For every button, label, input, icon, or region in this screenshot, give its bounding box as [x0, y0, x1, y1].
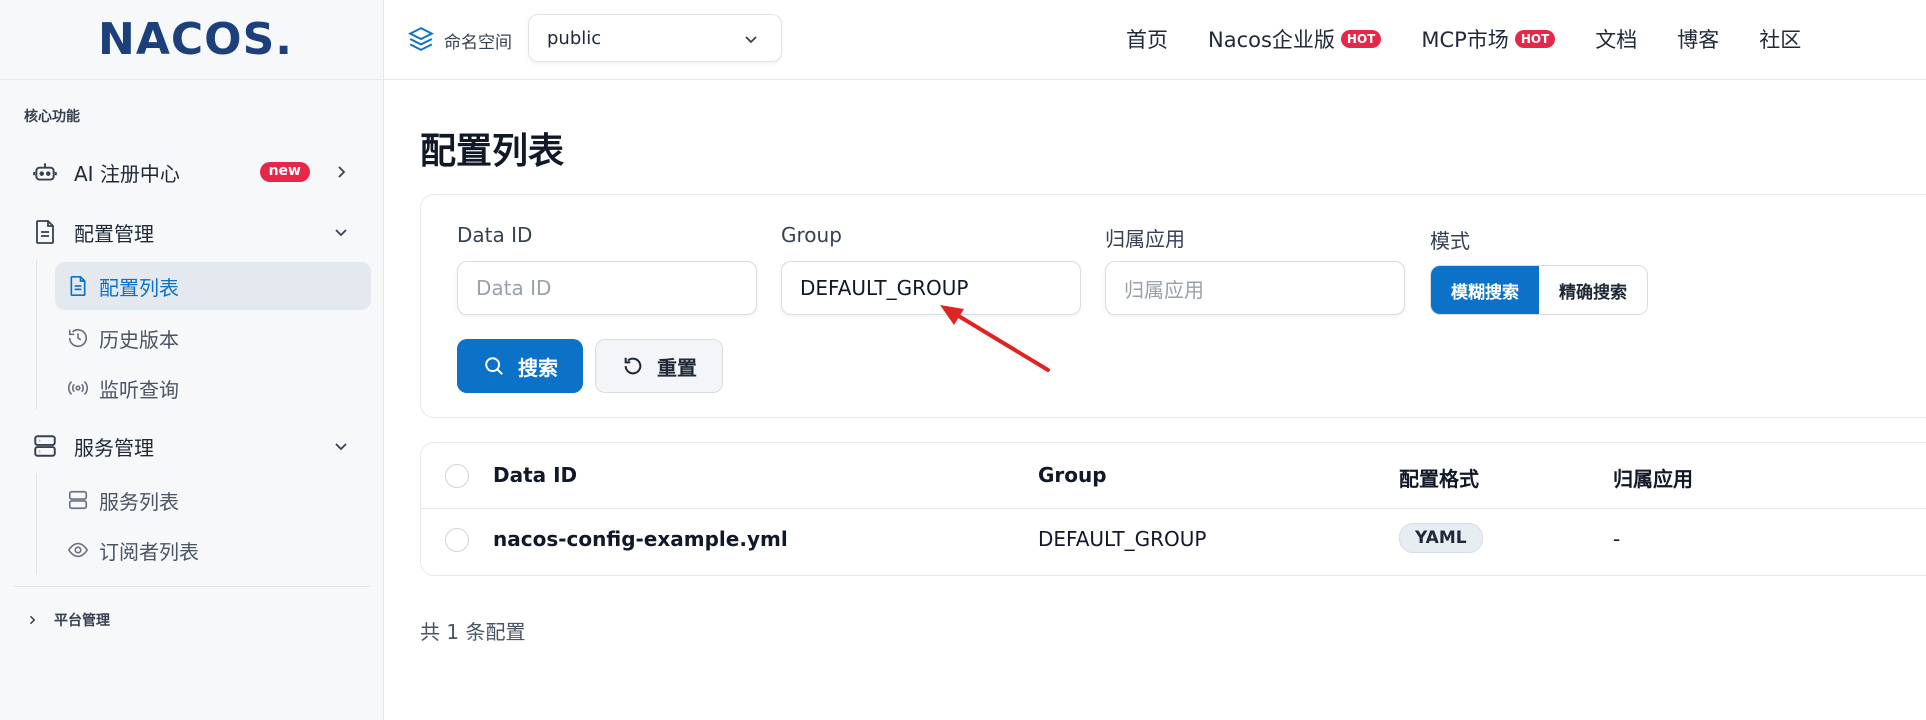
chevron-right-icon — [330, 161, 352, 183]
history-icon — [65, 325, 91, 351]
topnav-mcp-market[interactable]: MCP市场 HOT — [1421, 24, 1556, 54]
data-id-label: Data ID — [457, 223, 533, 247]
search-mode-toggle: 模糊搜索 精确搜索 — [1430, 265, 1648, 315]
eye-icon — [65, 537, 91, 563]
search-panel: Data ID Data ID Group DEFAULT_GROUP 归属应用… — [420, 194, 1926, 418]
topnav-label: Nacos企业版 — [1208, 28, 1335, 52]
topnav-enterprise[interactable]: Nacos企业版 HOT — [1208, 24, 1382, 54]
platform-label: 平台管理 — [54, 613, 110, 629]
sidebar-item-label: 服务列表 — [99, 489, 179, 514]
sidebar-divider — [14, 586, 370, 587]
layers-icon — [408, 27, 434, 51]
annotation-arrow-icon — [940, 305, 1050, 372]
topnav-community[interactable]: 社区 — [1759, 24, 1801, 54]
mode-label: 模式 — [1430, 229, 1470, 253]
search-icon — [482, 354, 506, 378]
topnav-label: 博客 — [1677, 28, 1720, 52]
sidebar-item-service-list[interactable]: 服务列表 — [55, 476, 371, 524]
sidebar-item-history[interactable]: 历史版本 — [55, 314, 371, 362]
sidebar-item-label: 订阅者列表 — [99, 539, 199, 564]
reset-button[interactable]: 重置 — [595, 339, 723, 393]
nav-item-platform-management[interactable]: 平台管理 — [24, 610, 110, 630]
topnav-blog[interactable]: 博客 — [1677, 24, 1719, 54]
app-label: 归属应用 — [1105, 227, 1185, 251]
mode-exact-button[interactable]: 精确搜索 — [1539, 266, 1647, 314]
app-input[interactable]: 归属应用 — [1105, 261, 1405, 315]
nav-item-service-management[interactable]: 服务管理 — [14, 422, 370, 470]
column-header-data-id[interactable]: Data ID — [493, 463, 577, 487]
search-button[interactable]: 搜索 — [457, 339, 583, 393]
row-checkbox[interactable] — [445, 528, 469, 552]
namespace-value: public — [547, 27, 602, 49]
sidebar: NACOS. 核心功能 AI 注册中心 new 配置管理 配置列表 历史版本 监… — [0, 0, 384, 720]
submenu-guide-line — [36, 260, 37, 410]
robot-icon — [28, 159, 62, 185]
hot-badge: HOT — [1340, 30, 1382, 48]
top-nav: 首页 Nacos企业版 HOT MCP市场 HOT 文档 博客 社区 — [1126, 24, 1841, 54]
search-button-label: 搜索 — [518, 355, 558, 380]
cell-group: DEFAULT_GROUP — [1038, 527, 1207, 551]
topnav-label: 社区 — [1759, 28, 1802, 52]
sidebar-divider — [0, 79, 384, 80]
column-header-app[interactable]: 归属应用 — [1613, 463, 1693, 492]
server-icon — [65, 487, 91, 513]
topnav-label: MCP市场 — [1421, 28, 1509, 52]
section-title-core: 核心功能 — [24, 109, 80, 125]
nacos-logo[interactable]: NACOS. — [98, 14, 288, 64]
submenu-guide-line — [36, 474, 37, 574]
cell-app: - — [1613, 527, 1621, 551]
select-all-checkbox[interactable] — [445, 464, 469, 488]
sidebar-item-listener[interactable]: 监听查询 — [55, 364, 371, 412]
server-icon — [28, 433, 62, 459]
topnav-label: 文档 — [1595, 28, 1638, 52]
page-title: 配置列表 — [420, 131, 565, 172]
nav-item-ai-registry[interactable]: AI 注册中心 new — [14, 148, 370, 196]
broadcast-icon — [65, 375, 91, 401]
reset-button-label: 重置 — [657, 355, 697, 380]
nav-item-config-management[interactable]: 配置管理 — [14, 208, 370, 256]
cell-data-id[interactable]: nacos-config-example.yml — [493, 527, 788, 551]
data-id-input[interactable]: Data ID — [457, 261, 757, 315]
config-table: Data ID Group 配置格式 归属应用 nacos-config-exa… — [420, 442, 1926, 576]
column-header-format[interactable]: 配置格式 — [1399, 463, 1479, 492]
top-bar: 命名空间 public 首页 Nacos企业版 HOT MCP市场 HOT 文档 博… — [384, 0, 1926, 80]
column-header-group[interactable]: Group — [1038, 463, 1107, 487]
group-label: Group — [781, 223, 842, 247]
namespace-select[interactable]: public — [528, 14, 782, 62]
sidebar-item-subscribers[interactable]: 订阅者列表 — [55, 526, 371, 574]
document-icon — [28, 219, 62, 245]
table-row[interactable]: nacos-config-example.yml DEFAULT_GROUP Y… — [421, 509, 1926, 575]
chevron-down-icon — [741, 29, 761, 49]
total-count: 共 1 条配置 — [420, 620, 526, 644]
topnav-docs[interactable]: 文档 — [1595, 24, 1637, 54]
reset-icon — [621, 354, 645, 378]
format-tag: YAML — [1399, 523, 1483, 553]
new-badge: new — [259, 162, 310, 182]
sidebar-item-label: 配置列表 — [99, 275, 179, 300]
document-icon — [65, 273, 91, 299]
namespace-label: 命名空间 — [444, 33, 512, 53]
table-header-row: Data ID Group 配置格式 归属应用 — [421, 443, 1926, 509]
nav-label: 服务管理 — [74, 435, 154, 460]
topnav-home[interactable]: 首页 — [1126, 24, 1168, 54]
svg-text:NACOS.: NACOS. — [98, 14, 288, 64]
nav-label: 配置管理 — [74, 221, 154, 246]
chevron-right-icon — [24, 612, 40, 628]
chevron-down-icon — [330, 221, 352, 243]
nav-label: AI 注册中心 — [74, 161, 180, 186]
sidebar-item-config-list[interactable]: 配置列表 — [55, 262, 371, 310]
hot-badge: HOT — [1514, 30, 1556, 48]
chevron-down-icon — [330, 435, 352, 457]
mode-fuzzy-button[interactable]: 模糊搜索 — [1431, 266, 1539, 314]
sidebar-item-label: 监听查询 — [99, 377, 179, 402]
topnav-label: 首页 — [1126, 28, 1168, 52]
sidebar-item-label: 历史版本 — [99, 327, 179, 352]
